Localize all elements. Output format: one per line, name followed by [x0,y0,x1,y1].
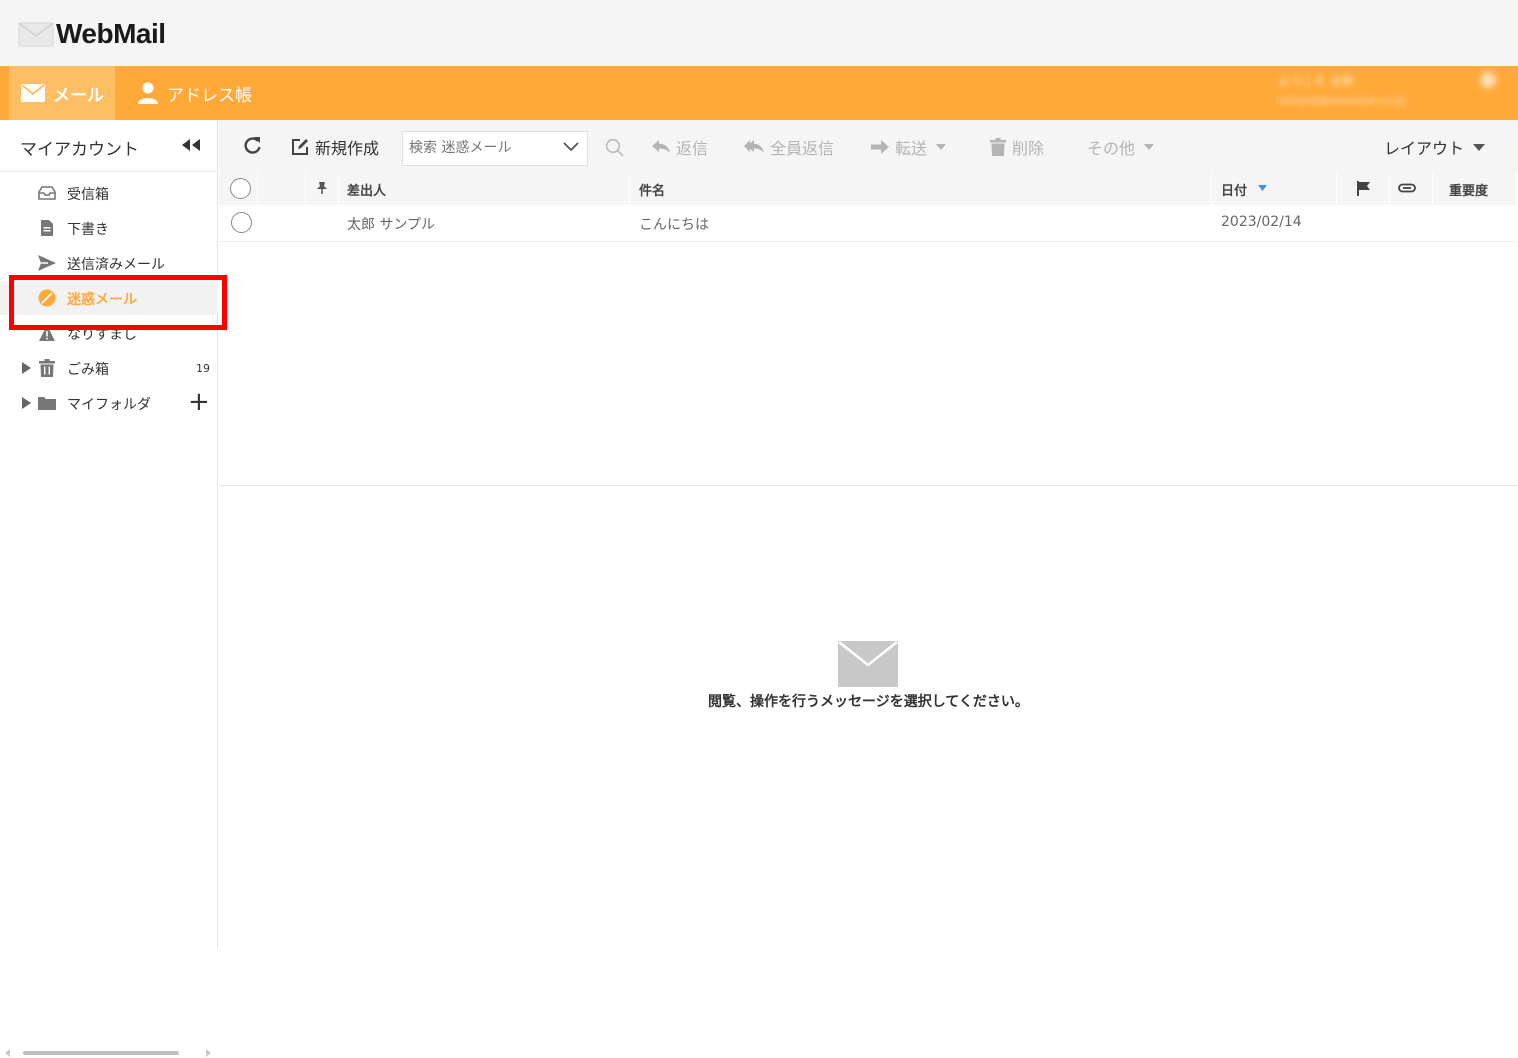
folder-label: 受信箱 [67,187,109,203]
preview-pane: 閲覧、操作を行うメッセージを選択してください。 [219,487,1518,948]
message-list: 差出人 件名 日付 重要度 太郎 サンプル こんにちは 2023/02/14 [219,172,1518,486]
sent-icon [38,255,56,271]
sidebar-item-inbox[interactable]: 受信箱 [0,176,218,210]
reply-icon [652,140,670,153]
mail-logo-icon [18,22,54,47]
row-date: 2023/02/14 [1221,214,1302,230]
trash-count-badge: 19 [196,362,210,375]
caret-down-icon [936,144,947,150]
user-welcome: ようこそ 太郎 [1278,74,1354,88]
expand-triangle-icon[interactable] [22,362,31,374]
trash-icon [990,138,1006,156]
app-logo-text: WebMail [56,18,166,49]
envelope-icon [838,641,898,687]
envelope-icon [21,84,45,102]
nav-address-label: アドレス帳 [167,85,252,106]
sidebar-item-drafts[interactable]: 下書き [0,211,218,245]
folder-label: 下書き [67,222,109,238]
table-row[interactable]: 太郎 サンプル こんにちは 2023/02/14 [219,205,1516,242]
other-menu-button[interactable]: その他 [1087,135,1160,159]
layout-menu-button[interactable]: レイアウト [1384,135,1491,159]
caret-down-icon [1473,143,1486,151]
add-folder-icon[interactable]: + [188,389,210,415]
reply-button[interactable]: 返信 [652,135,708,159]
layout-label: レイアウト [1384,139,1465,158]
folder-label: 送信済みメール [67,257,165,273]
forward-label: 転送 [895,139,928,158]
app-header: WebMail [0,0,1518,66]
message-list-header: 差出人 件名 日付 重要度 [219,172,1516,205]
scroll-left-icon[interactable] [5,1049,11,1057]
caret-down-icon [1144,144,1155,150]
forward-button[interactable]: 転送 [871,135,952,159]
folder-label: マイフォルダ [67,397,151,413]
new-message-label: 新規作成 [315,139,380,158]
other-label: その他 [1087,139,1136,158]
refresh-button[interactable] [243,136,268,155]
highlight-box [9,275,227,330]
sidebar-item-my-folder[interactable]: マイフォルダ + [0,386,218,420]
new-message-button[interactable]: 新規作成 [291,135,379,159]
main-nav: メール アドレス帳 ようこそ 太郎 sample@example.co.jp [0,66,1518,120]
scrollbar-thumb[interactable] [23,1051,179,1055]
refresh-icon [244,137,261,154]
column-importance[interactable]: 重要度 [1449,180,1488,199]
column-sender[interactable]: 差出人 [347,180,386,199]
select-all-checkbox[interactable] [230,178,251,199]
draft-icon [41,220,53,236]
folder-icon [38,397,56,410]
delete-button[interactable]: 削除 [990,135,1044,159]
chevron-down-icon[interactable] [563,142,579,152]
search-input[interactable] [409,140,549,156]
reply-all-button[interactable]: 全員返信 [744,135,834,159]
user-menu-icon[interactable] [1480,72,1496,88]
folder-label: ごみ箱 [67,362,109,378]
collapse-icon[interactable] [180,138,202,152]
sidebar-header: マイアカウント [0,120,218,172]
row-sender: 太郎 サンプル [347,217,436,233]
logo: WebMail [18,18,166,50]
trash-icon [39,359,55,377]
row-subject: こんにちは [639,217,709,233]
nav-mail-label: メール [53,85,104,106]
search-button[interactable] [605,138,630,157]
search-box[interactable] [402,131,588,166]
toolbar: 新規作成 返信 全員返信 転送 削除 [219,120,1518,172]
user-email: sample@example.co.jp [1278,94,1406,107]
delete-label: 削除 [1012,139,1045,158]
search-icon [605,138,624,157]
column-subject[interactable]: 件名 [639,180,665,199]
sidebar-title: マイアカウント [20,140,139,160]
reply-label: 返信 [676,139,709,158]
reply-all-icon [744,140,764,153]
scroll-right-icon[interactable] [206,1049,212,1057]
nav-tab-address-book[interactable]: アドレス帳 [137,66,252,120]
person-icon [138,82,158,104]
compose-icon [292,139,308,155]
user-info[interactable]: ようこそ 太郎 sample@example.co.jp [1268,66,1496,120]
arrow-right-icon [871,140,889,154]
sidebar-item-trash[interactable]: ごみ箱 19 [0,351,218,385]
column-date[interactable]: 日付 [1221,180,1247,199]
reply-all-label: 全員返信 [770,139,835,158]
pin-icon[interactable] [315,181,329,195]
expand-triangle-icon[interactable] [22,397,31,409]
inbox-icon [38,186,56,200]
empty-preview-message: 閲覧、操作を行うメッセージを選択してください。 [708,694,1029,710]
nav-tab-mail[interactable]: メール [9,66,115,120]
sidebar: マイアカウント 受信箱 下書き 送信済みメール 迷惑メール なりすまし ごみ箱 … [0,120,218,1057]
attachment-icon[interactable] [1398,183,1416,193]
sidebar-scrollbar[interactable] [5,1048,212,1058]
sort-desc-icon[interactable] [1258,185,1267,191]
flag-icon[interactable] [1357,181,1370,196]
row-checkbox[interactable] [231,212,252,233]
